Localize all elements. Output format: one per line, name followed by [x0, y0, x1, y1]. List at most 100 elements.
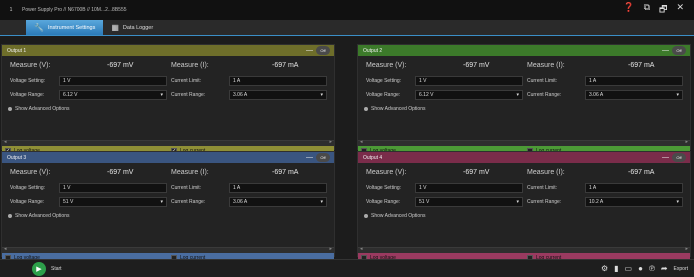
chart-icon[interactable]: ▮ [614, 264, 618, 273]
setting-row: Voltage Setting: 1 V Current Limit: 1 A [358, 181, 690, 195]
measure-voltage-label: Measure (V): [10, 168, 51, 176]
measure-voltage-value: -697 mV [463, 168, 490, 176]
voltage-setting-input[interactable]: 1 V [415, 76, 523, 86]
restore-icon[interactable]: 🗗 [659, 2, 667, 18]
current-limit-input[interactable]: 1 A [585, 76, 683, 86]
output-toggle[interactable]: — Off [306, 153, 330, 162]
current-range-label: Current Range: [171, 92, 206, 98]
measure-current-value: -697 mA [628, 168, 655, 176]
voltage-setting-label: Voltage Setting: [366, 185, 402, 191]
help-icon[interactable]: ❓ [623, 2, 634, 18]
advanced-options-toggle[interactable]: Show Advanced Options [2, 209, 334, 223]
setting-row: Voltage Setting: 1 V Current Limit: 1 A [358, 74, 690, 88]
current-limit-input[interactable]: 1 A [585, 183, 683, 193]
chevron-down-icon: ▾ [676, 199, 679, 205]
app-number: 1 [9, 7, 13, 13]
panel-title: Output 2 [363, 47, 383, 54]
tab-data-logger[interactable]: ▦ Data Logger [103, 20, 161, 35]
voltage-range-select[interactable]: 6.12 V ▾ [59, 90, 167, 100]
current-range-select[interactable]: 3.06 A ▾ [229, 90, 327, 100]
toggle-knob[interactable]: Off [316, 46, 330, 55]
current-limit-label: Current Limit: [527, 185, 558, 191]
info-icon[interactable]: ● [638, 264, 643, 273]
measure-voltage-value: -697 mV [463, 61, 490, 69]
current-range-value: 10.2 A [589, 199, 604, 205]
current-limit-input[interactable]: 1 A [229, 76, 327, 86]
setting-row: Voltage Setting: 1 V Current Limit: 1 A [2, 181, 334, 195]
advanced-options-toggle[interactable]: Show Advanced Options [358, 209, 690, 223]
close-icon[interactable]: ✕ [676, 2, 684, 18]
popout-icon[interactable]: ⧉ [644, 2, 650, 18]
current-range-label: Current Range: [527, 199, 562, 205]
toggle-knob[interactable]: Off [316, 153, 330, 162]
setting-row: Voltage Setting: 1 V Current Limit: 1 A [2, 74, 334, 88]
output-toggle[interactable]: — Off [662, 153, 686, 162]
voltage-setting-input[interactable]: 1 V [59, 183, 167, 193]
start-button[interactable]: ▶ [32, 261, 46, 276]
current-range-select[interactable]: 3.06 A ▾ [229, 197, 327, 207]
advanced-options-label: Show Advanced Options [371, 213, 426, 219]
advanced-options-label: Show Advanced Options [15, 106, 70, 112]
range-row: Voltage Range: 6.12 V ▾ Current Range: 3.… [358, 88, 690, 102]
current-limit-label: Current Limit: [171, 78, 202, 84]
current-range-value: 3.06 A [589, 92, 604, 98]
chevron-down-icon: ▾ [516, 199, 519, 205]
settings-icon[interactable]: ⚙ [601, 264, 608, 273]
tab-instrument-settings[interactable]: 🔧 Instrument Settings [26, 20, 104, 35]
export-label[interactable]: Export [674, 266, 688, 272]
advanced-options-label: Show Advanced Options [15, 213, 70, 219]
current-range-label: Current Range: [171, 199, 206, 205]
scrollbar[interactable] [2, 246, 334, 253]
chevron-down-icon: ▾ [516, 92, 519, 98]
panel-title: Output 3 [7, 154, 27, 161]
voltage-range-label: Voltage Range: [10, 92, 45, 98]
panel-header: Output 4 — Off [358, 152, 690, 163]
scrollbar[interactable] [358, 139, 690, 146]
graph-icon[interactable]: ℗ [649, 264, 655, 273]
panel-title: Output 1 [7, 47, 27, 54]
expand-icon [8, 107, 12, 111]
wrench-icon: 🔧 [34, 23, 44, 32]
advanced-options-toggle[interactable]: Show Advanced Options [358, 102, 690, 116]
scrollbar[interactable] [2, 139, 334, 146]
current-range-select[interactable]: 10.2 A ▾ [585, 197, 683, 207]
voltage-setting-input[interactable]: 1 V [415, 183, 523, 193]
measure-voltage-label: Measure (V): [10, 61, 51, 69]
title-bar: 1 Power Supply Pro // N6700B // 10M...2.… [0, 0, 694, 20]
expand-icon [8, 214, 12, 218]
start-label: Start [51, 265, 62, 272]
toggle-knob[interactable]: Off [672, 46, 686, 55]
export-icon[interactable]: ➦ [661, 264, 668, 273]
voltage-range-select[interactable]: 51 V ▾ [415, 197, 523, 207]
current-range-value: 3.06 A [233, 199, 248, 205]
voltage-range-select[interactable]: 6.12 V ▾ [415, 90, 523, 100]
voltage-range-value: 51 V [419, 199, 430, 205]
current-range-label: Current Range: [527, 92, 562, 98]
output-toggle[interactable]: — Off [662, 46, 686, 55]
output-panel: Output 2 — Off Measure (V): -697 mV Meas… [357, 44, 691, 155]
current-limit-input[interactable]: 1 A [229, 183, 327, 193]
voltage-range-select[interactable]: 51 V ▾ [59, 197, 167, 207]
expand-icon [364, 214, 368, 218]
bottom-toolbar: ⚙ ▮ ▭ ● ℗ ➦ Export [601, 264, 694, 273]
tab-bar: 🔧 Instrument Settings ▦ Data Logger [0, 20, 694, 36]
toggle-knob[interactable]: Off [672, 153, 686, 162]
current-range-select[interactable]: 3.06 A ▾ [585, 90, 683, 100]
measure-row: Measure (V): -697 mV Measure (I): -697 m… [2, 163, 334, 181]
measure-voltage-value: -697 mV [107, 168, 134, 176]
measure-row: Measure (V): -697 mV Measure (I): -697 m… [358, 163, 690, 181]
tab-label: Instrument Settings [47, 24, 96, 31]
window-title: Power Supply Pro // N6700B // 10M...2...… [22, 7, 127, 13]
advanced-options-toggle[interactable]: Show Advanced Options [2, 102, 334, 116]
scrollbar[interactable] [358, 246, 690, 253]
measure-current-label: Measure (I): [171, 61, 209, 69]
panel-spacer [358, 223, 690, 247]
folder-icon[interactable]: ▭ [625, 264, 633, 273]
voltage-setting-label: Voltage Setting: [366, 78, 402, 84]
measure-current-label: Measure (I): [527, 61, 565, 69]
voltage-setting-input[interactable]: 1 V [59, 76, 167, 86]
grid-icon: ▦ [111, 23, 119, 32]
voltage-range-value: 6.12 V [419, 92, 434, 98]
output-toggle[interactable]: — Off [306, 46, 330, 55]
range-row: Voltage Range: 51 V ▾ Current Range: 10.2… [358, 195, 690, 209]
